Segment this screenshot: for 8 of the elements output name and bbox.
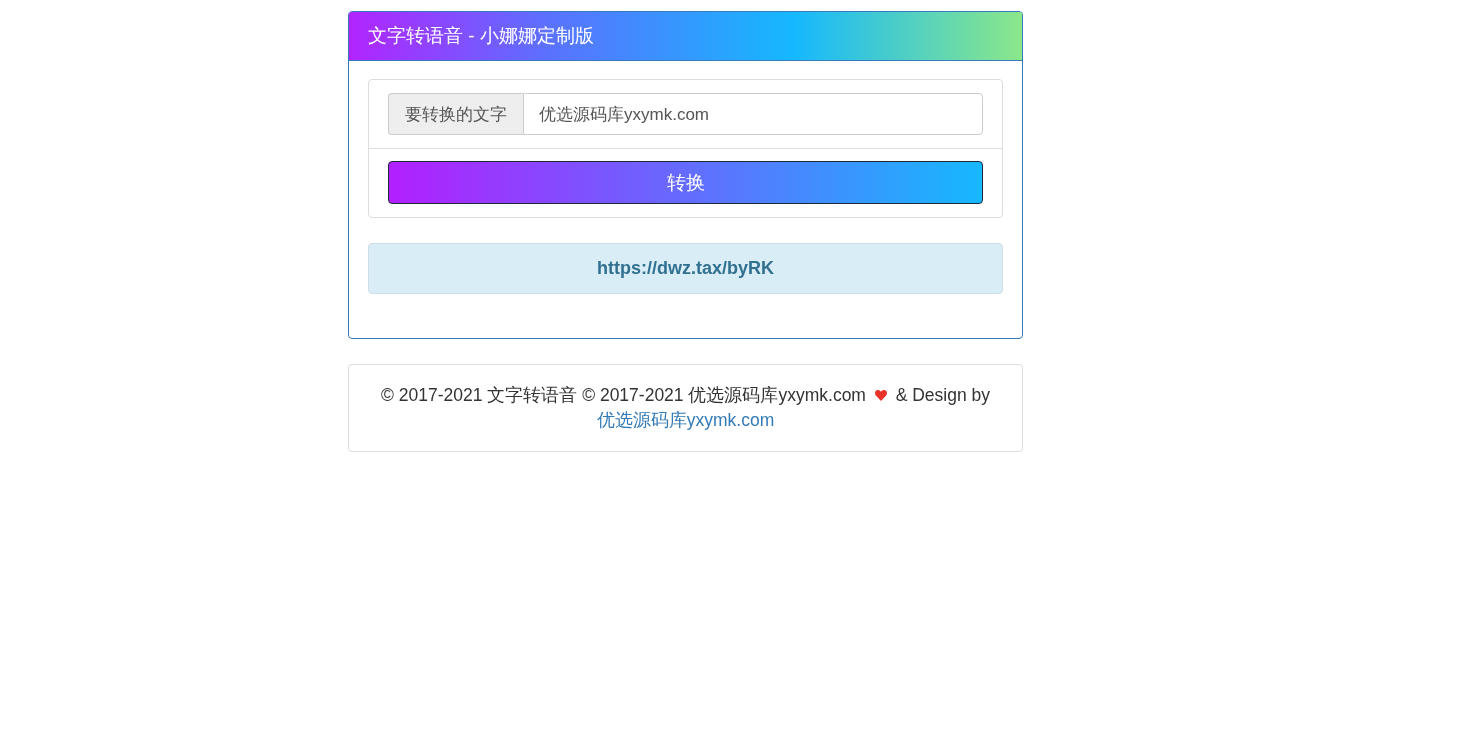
input-label: 要转换的文字 xyxy=(388,93,523,135)
text-input-field[interactable]: 优选源码库yxymk.com xyxy=(523,93,983,135)
convert-button[interactable]: 转换 xyxy=(388,161,983,204)
heart-icon xyxy=(874,390,887,401)
footer-text: © 2017-2021 文字转语音 © 2017-2021 优选源码库yxymk.com & Design by 优选源码库yxymk.com xyxy=(379,384,992,432)
result-link[interactable]: https://dwz.tax/byRK xyxy=(597,258,774,279)
footer-link[interactable]: 优选源码库yxymk.com xyxy=(596,410,775,430)
panel-title: 文字转语音 - 小娜娜定制版 xyxy=(368,24,594,48)
